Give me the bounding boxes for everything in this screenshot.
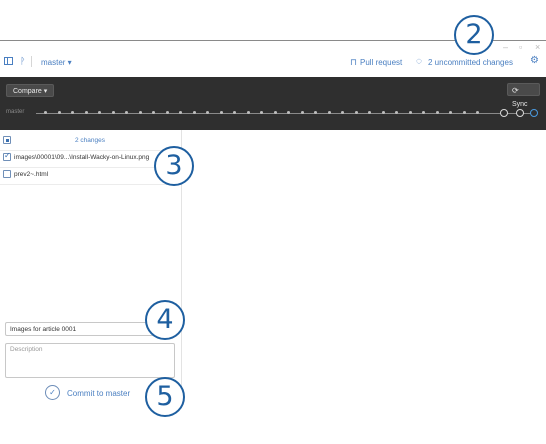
- commit-description-input[interactable]: Description: [5, 343, 175, 378]
- file-checkbox-0[interactable]: [3, 151, 11, 161]
- timeline-dot: [125, 111, 128, 114]
- sync-icon: ⟳: [512, 86, 519, 95]
- commit-button[interactable]: Commit to master: [67, 389, 130, 398]
- history-bar: Compare ▾ ⟳ Sync master: [0, 77, 546, 130]
- toolbar-separator: [31, 56, 32, 67]
- timeline-dot: [192, 111, 196, 114]
- timeline-dot: [165, 111, 169, 114]
- sidebar-toggle-icon[interactable]: [4, 57, 13, 65]
- timeline-dot: [98, 111, 101, 114]
- timeline-dot: [233, 111, 236, 114]
- timeline-dot: [408, 111, 412, 114]
- timeline-dot: [287, 111, 290, 114]
- close-icon[interactable]: ×: [535, 42, 540, 52]
- timeline-dot: [354, 111, 358, 114]
- timeline-dot: [327, 111, 331, 114]
- timeline-dot: [206, 111, 209, 114]
- file-path-0[interactable]: images\00001\09...\Install-Wacky-on-Linu…: [14, 154, 149, 161]
- timeline-dot: [84, 111, 88, 114]
- callout-badge-4: 4: [145, 300, 185, 340]
- settings-gear-icon[interactable]: ⚙: [530, 55, 539, 66]
- timeline-dot: [111, 111, 115, 114]
- changes-count: 2 changes: [75, 137, 105, 144]
- timeline-commit-node[interactable]: [516, 108, 524, 117]
- callout-badge-5: 5: [145, 377, 185, 417]
- timeline-dot: [462, 111, 466, 114]
- pull-request-button[interactable]: Pull request: [360, 58, 402, 67]
- timeline-dot: [435, 111, 439, 114]
- file-checkbox-1[interactable]: [3, 170, 11, 178]
- divider: [0, 150, 181, 151]
- toolbar: ᚹ master ▾ ⊓ Pull request ◌ 2 uncommitte…: [0, 42, 546, 74]
- minimize-icon[interactable]: –: [503, 42, 508, 52]
- sync-label: Sync: [512, 101, 528, 108]
- timeline-dot: [44, 111, 47, 114]
- divider: [0, 184, 181, 185]
- timeline-dot: [314, 111, 317, 114]
- timeline-dot: [476, 111, 479, 114]
- uncommitted-changes-icon: ◌: [416, 56, 422, 67]
- timeline-dot: [300, 111, 304, 114]
- timeline-dot: [381, 111, 385, 114]
- timeline-dot: [71, 111, 74, 114]
- timeline-dot: [57, 111, 61, 114]
- timeline-current-node[interactable]: [530, 108, 538, 117]
- timeline-dot: [422, 111, 425, 114]
- file-path-1[interactable]: prev2~.html: [14, 171, 48, 178]
- timeline-dot: [273, 111, 277, 114]
- timeline-dot: [341, 111, 344, 114]
- commit-timeline[interactable]: [36, 108, 538, 117]
- timeline-commit-node[interactable]: [500, 108, 508, 117]
- callout-badge-2: 2: [454, 15, 494, 55]
- callout-badge-3: 3: [154, 146, 194, 186]
- timeline-dot: [449, 111, 452, 114]
- timeline-dot: [246, 111, 250, 114]
- timeline-dot: [395, 111, 398, 114]
- timeline-branch-label: master: [6, 109, 25, 115]
- timeline-dot: [179, 111, 182, 114]
- uncommitted-changes-button[interactable]: 2 uncommitted changes: [428, 58, 513, 67]
- timeline-dot: [138, 111, 142, 114]
- timeline-dot: [219, 111, 223, 114]
- timeline-dot: [260, 111, 263, 114]
- commit-check-icon[interactable]: ✓: [45, 385, 60, 400]
- select-all-checkbox[interactable]: [3, 136, 11, 144]
- maximize-icon[interactable]: ▫: [519, 42, 522, 52]
- branch-icon: ᚹ: [20, 56, 26, 66]
- branch-selector[interactable]: master ▾: [41, 58, 72, 67]
- compare-button[interactable]: Compare ▾: [6, 84, 55, 97]
- timeline-dot: [152, 111, 155, 114]
- timeline-dot: [368, 111, 371, 114]
- pull-request-icon: ⊓: [350, 57, 358, 67]
- sync-button[interactable]: ⟳ Sync: [507, 83, 540, 108]
